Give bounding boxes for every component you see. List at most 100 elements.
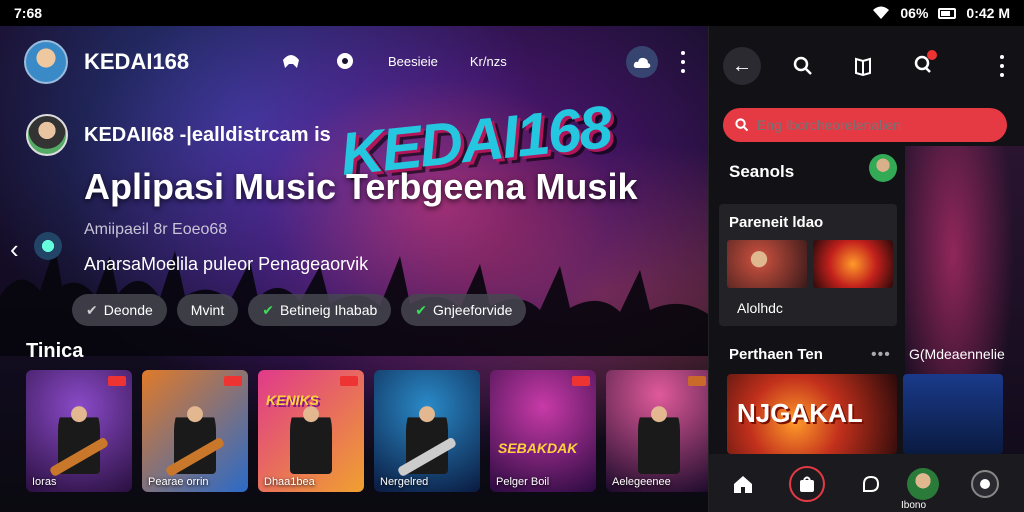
card-caption: Ioras [32, 476, 57, 488]
hero-subtitle: Amiipaeil 8r Eoeo68 [84, 221, 228, 238]
panel-icons [793, 48, 937, 84]
card-row: Ioras Pearae orrin KENIKS Dhaa1bea Nerge… [26, 370, 708, 492]
more-menu-button[interactable] [676, 48, 690, 76]
user-avatar[interactable] [24, 40, 68, 84]
media-card[interactable]: SEBAKDAK Pelger Boil [490, 370, 596, 492]
check-icon: ✔ [415, 301, 428, 318]
brand-name: KEDAI168 [84, 49, 190, 74]
chip-label: Gnjeeforvide [433, 302, 513, 318]
media-card[interactable]: Ioras [26, 370, 132, 492]
card-caption: Dhaa1bea [264, 476, 315, 488]
status-time: 7:68 [14, 5, 43, 21]
video-card[interactable]: Pareneit ldao Alolhdc [719, 204, 897, 326]
wifi-icon [873, 6, 890, 19]
hero-description: AnarsaMoelila puleor Penageaorvik [84, 254, 369, 274]
channel-name: KEDAII68 -|ealldistrcam is [84, 123, 331, 146]
top-link-1[interactable]: Beesieie [388, 54, 438, 69]
badge [572, 376, 590, 386]
channel-avatar[interactable] [26, 114, 68, 156]
card-caption: Aelegeenee [612, 476, 671, 488]
nav-profile[interactable] [905, 466, 941, 502]
badge [108, 376, 126, 386]
battery-icon [938, 7, 957, 19]
card-caption: Pearae orrin [148, 476, 209, 488]
back-button[interactable]: ← [723, 47, 761, 85]
video-thumbnails [727, 240, 893, 288]
bag-icon [800, 476, 814, 492]
chip-2[interactable]: Mvint [176, 294, 239, 326]
chevron-left-icon[interactable]: ‹ [10, 234, 19, 265]
nav-home[interactable] [725, 466, 761, 502]
nav-chat[interactable] [853, 466, 889, 502]
home-icon [734, 476, 752, 493]
top-link-2[interactable]: Kr/nzs [470, 54, 507, 69]
media-card[interactable]: Pearae orrin [142, 370, 248, 492]
badge [224, 376, 242, 386]
chip-1[interactable]: ✔ Deonde [72, 294, 167, 326]
tag-chips: ✔ Deonde Mvint ✔ Betineig Ihabab ✔ Gnjeefor… [72, 294, 527, 326]
search-icon[interactable] [793, 56, 813, 76]
check-icon: ✔ [262, 301, 274, 318]
media-card[interactable]: Aelegeenee [606, 370, 708, 492]
notification-badge [927, 49, 937, 60]
promo-banner-2[interactable] [903, 374, 1003, 454]
cloud-button[interactable] [626, 46, 658, 78]
section-avatar[interactable] [869, 154, 897, 182]
cloud-icon [633, 57, 651, 68]
section-title: G(Mdeaennelie [909, 346, 1005, 362]
top-bar: KEDAI168 Beesieie Kr/nzs [0, 40, 708, 84]
chip-label: Deonde [103, 302, 153, 318]
video-thumbnail[interactable] [727, 240, 807, 288]
chip-label: Mvint [190, 302, 225, 318]
promo-text: NJGAKAL [737, 398, 863, 428]
status-right: 06% 0:42 M [872, 5, 1010, 21]
chat-icon [863, 475, 880, 492]
media-card[interactable]: Nergelred [374, 370, 480, 492]
panel-more-button[interactable] [997, 52, 1007, 80]
main-hero: KEDAI168 KEDAI168 Beesieie Kr/nzs KEDAII… [0, 26, 708, 512]
status-clock: 0:42 M [966, 5, 1010, 21]
nav-profile-label: Ibono [901, 500, 927, 511]
nav-store[interactable] [789, 466, 825, 502]
check-icon: ✔ [86, 301, 98, 318]
notification-button[interactable] [913, 49, 937, 79]
panel-toolbar: ← [723, 47, 1013, 85]
chip-3[interactable]: ✔ Betineig Ihabab [248, 294, 392, 326]
bottom-nav: Ibono [709, 454, 1024, 512]
video-title: Pareneit ldao [729, 214, 824, 231]
chip-4[interactable]: ✔ Gnjeeforvide [401, 294, 527, 326]
side-panel: ← Seanols Pareneit ldao Alolhdc Perthaen… [708, 26, 1024, 512]
card-title: SEBAKDAK [498, 440, 578, 456]
disc-icon [971, 470, 999, 498]
gamepad-icon[interactable] [280, 50, 302, 72]
hero-headline: Aplipasi Music Terbgeena Musik [84, 166, 638, 207]
card-caption: Pelger Boil [496, 476, 550, 488]
top-links: Beesieie Kr/nzs [280, 50, 507, 72]
coin-icon[interactable] [334, 50, 356, 72]
badge [340, 376, 358, 386]
section-title: Perthaen Ten [729, 346, 823, 363]
battery-percent: 06% [900, 5, 929, 21]
status-bar: 7:68 06% 0:42 M [0, 0, 1024, 26]
search-input[interactable] [756, 117, 995, 133]
more-dots-icon[interactable]: ••• [871, 346, 891, 364]
mini-avatar [34, 232, 62, 260]
nav-disc[interactable] [967, 466, 1003, 502]
video-footer: Alolhdc [737, 300, 783, 316]
chip-label: Betineig Ihabab [279, 302, 378, 318]
card-caption: Nergelred [380, 476, 429, 488]
media-card[interactable]: KENIKS Dhaa1bea [258, 370, 364, 492]
search-icon [735, 118, 749, 132]
arrow-left-icon: ← [732, 54, 752, 77]
section-title: Seanols [729, 162, 795, 181]
badge [688, 376, 706, 386]
book-icon[interactable] [853, 56, 873, 76]
row-title: Tinica [26, 340, 84, 362]
channel-row: KEDAII68 -|ealldistrcam is [26, 114, 331, 156]
search-bar[interactable] [723, 108, 1007, 142]
video-thumbnail[interactable] [813, 240, 893, 288]
profile-avatar [907, 468, 939, 500]
promo-banner[interactable]: NJGAKAL [727, 374, 897, 454]
artist-figure [637, 400, 681, 474]
artist-figure [289, 400, 333, 474]
